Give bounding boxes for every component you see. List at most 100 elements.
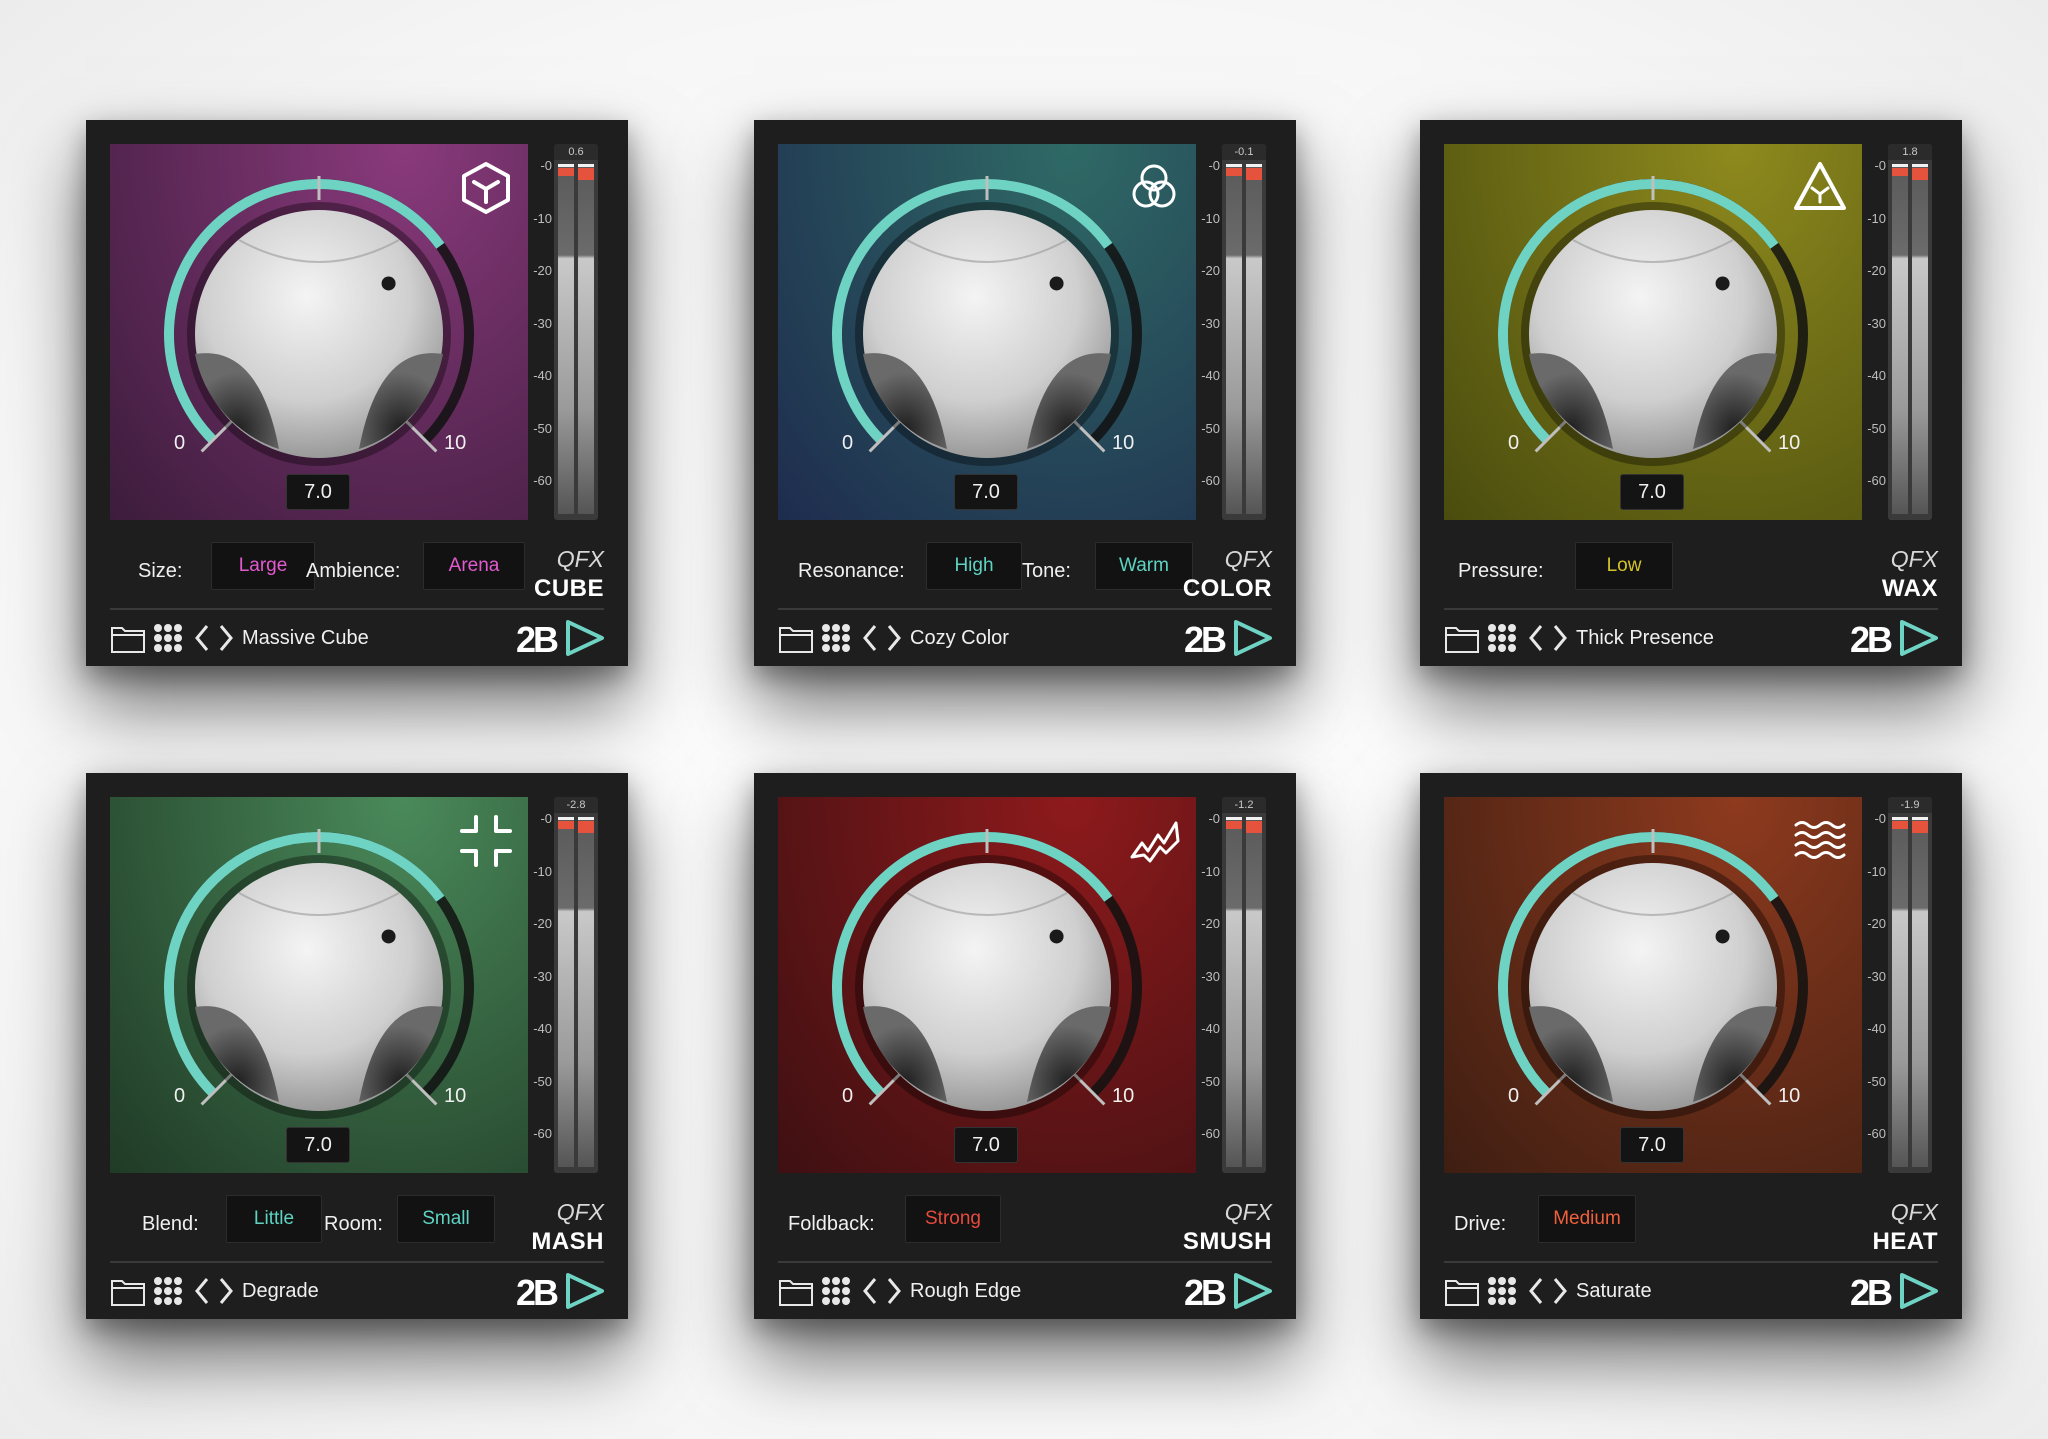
param-label: Pressure: bbox=[1458, 560, 1544, 582]
svg-text:2B: 2B bbox=[516, 1272, 558, 1313]
knob-max-label: 10 bbox=[444, 1085, 467, 1107]
peak-readout[interactable]: 1.8 bbox=[1888, 144, 1932, 160]
folder-icon[interactable] bbox=[1444, 1275, 1480, 1307]
folder-icon[interactable] bbox=[110, 622, 146, 654]
meter-tick: -20 bbox=[1201, 263, 1220, 278]
zigzag-icon bbox=[1124, 811, 1184, 871]
param-value-selector[interactable]: Little bbox=[226, 1195, 322, 1243]
param-value-selector[interactable]: Low bbox=[1575, 542, 1673, 590]
preset-bar: Saturate 2B bbox=[1420, 1263, 1962, 1319]
param-value-selector[interactable]: Warm bbox=[1095, 542, 1193, 590]
meter-tick: -10 bbox=[1867, 863, 1886, 879]
chevron-right-icon[interactable] bbox=[884, 622, 904, 654]
meter-tick: -10 bbox=[533, 863, 552, 879]
meter-tick: -0 bbox=[1208, 811, 1220, 826]
param-value-selector[interactable]: High bbox=[926, 542, 1022, 590]
knob-max-label: 10 bbox=[444, 432, 467, 454]
chevron-left-icon[interactable] bbox=[1526, 1275, 1546, 1307]
peak-readout[interactable]: -2.8 bbox=[554, 797, 598, 813]
svg-text:2B: 2B bbox=[516, 619, 558, 660]
meter-bar-left bbox=[1892, 817, 1908, 1167]
param-value-selector[interactable]: Arena bbox=[423, 542, 525, 590]
param-value-selector[interactable]: Large bbox=[211, 542, 315, 590]
meter-tick: -10 bbox=[1201, 210, 1220, 226]
knob-value-readout[interactable]: 7.0 bbox=[954, 1127, 1018, 1163]
meter-bar-right bbox=[1246, 817, 1262, 1167]
grid-icon[interactable] bbox=[1486, 622, 1518, 654]
preset-name[interactable]: Massive Cube bbox=[242, 627, 369, 650]
chevron-right-icon[interactable] bbox=[216, 622, 236, 654]
knob-max-label: 10 bbox=[1778, 1085, 1801, 1107]
knob-value-readout[interactable]: 7.0 bbox=[1620, 474, 1684, 510]
level-meter: -0 -10 -20 -30 -40 -50 -60 -1.2 bbox=[1182, 797, 1286, 1177]
preset-bar: Rough Edge 2B bbox=[754, 1263, 1296, 1319]
meter-bar-left bbox=[558, 817, 574, 1167]
level-meter: -0 -10 -20 -30 -40 -50 -60 -1.9 bbox=[1848, 797, 1952, 1177]
chevron-right-icon[interactable] bbox=[1550, 1275, 1570, 1307]
meter-tick: -50 bbox=[1867, 1073, 1886, 1089]
chevron-right-icon[interactable] bbox=[884, 1275, 904, 1307]
chevron-left-icon[interactable] bbox=[192, 1275, 212, 1307]
level-meter: -0 -10 -20 -30 -40 -50 -60 1.8 bbox=[1848, 144, 1952, 524]
param-value-selector[interactable]: Strong bbox=[905, 1195, 1001, 1243]
chevron-left-icon[interactable] bbox=[860, 1275, 880, 1307]
chevron-left-icon[interactable] bbox=[192, 622, 212, 654]
knob-min-label: 0 bbox=[842, 432, 854, 454]
triangle-icon bbox=[1790, 158, 1850, 218]
grid-icon[interactable] bbox=[820, 622, 852, 654]
folder-icon[interactable] bbox=[110, 1275, 146, 1307]
peak-readout[interactable]: -1.9 bbox=[1888, 797, 1932, 813]
folder-icon[interactable] bbox=[778, 1275, 814, 1307]
grid-icon[interactable] bbox=[152, 622, 184, 654]
grid-icon[interactable] bbox=[820, 1275, 852, 1307]
preset-name[interactable]: Saturate bbox=[1576, 1280, 1652, 1303]
knob-panel: 0 10 7.0 bbox=[1444, 144, 1862, 520]
peak-readout[interactable]: 0.6 bbox=[554, 144, 598, 160]
folder-icon[interactable] bbox=[778, 622, 814, 654]
param-value-selector[interactable]: Medium bbox=[1538, 1195, 1636, 1243]
knob-min-label: 0 bbox=[174, 1085, 186, 1107]
preset-name[interactable]: Degrade bbox=[242, 1280, 319, 1303]
rings-icon bbox=[1124, 158, 1184, 218]
chevron-left-icon[interactable] bbox=[1526, 622, 1546, 654]
param-value-selector[interactable]: Small bbox=[397, 1195, 495, 1243]
chevron-left-icon[interactable] bbox=[860, 622, 880, 654]
knob-indicator bbox=[1049, 276, 1064, 291]
knob-indicator bbox=[1715, 276, 1730, 291]
param-label: Drive: bbox=[1454, 1213, 1507, 1235]
param-label: Tone: bbox=[1022, 560, 1071, 582]
knob-max-label: 10 bbox=[1112, 432, 1135, 454]
brand-logo: 2B bbox=[1184, 1272, 1272, 1313]
meter-bar-right bbox=[1246, 164, 1262, 514]
plugin-wax: 0 10 7.0 -0 -10 -20 -30 -40 -50 -60 1.8 Pressure: Lo… bbox=[1420, 120, 1962, 666]
preset-name[interactable]: Rough Edge bbox=[910, 1280, 1021, 1303]
meter-tick: -60 bbox=[1201, 1126, 1220, 1141]
svg-text:2B: 2B bbox=[1850, 619, 1892, 660]
preset-bar: Thick Presence 2B bbox=[1420, 610, 1962, 666]
preset-name[interactable]: Thick Presence bbox=[1576, 627, 1714, 650]
compress-icon bbox=[456, 811, 516, 871]
knob-value-readout[interactable]: 7.0 bbox=[286, 1127, 350, 1163]
meter-tick: -50 bbox=[1201, 420, 1220, 436]
folder-icon[interactable] bbox=[1444, 622, 1480, 654]
preset-name[interactable]: Cozy Color bbox=[910, 627, 1009, 650]
meter-tick: -0 bbox=[1208, 158, 1220, 173]
param-label: Resonance: bbox=[798, 560, 905, 582]
grid-icon[interactable] bbox=[1486, 1275, 1518, 1307]
chevron-right-icon[interactable] bbox=[216, 1275, 236, 1307]
preset-bar: Cozy Color 2B bbox=[754, 610, 1296, 666]
meter-tick: -20 bbox=[1201, 916, 1220, 931]
peak-readout[interactable]: -0.1 bbox=[1222, 144, 1266, 160]
knob-value-readout[interactable]: 7.0 bbox=[954, 474, 1018, 510]
peak-readout[interactable]: -1.2 bbox=[1222, 797, 1266, 813]
knob-min-label: 0 bbox=[842, 1085, 854, 1107]
waves-icon bbox=[1790, 811, 1850, 871]
knob-value-readout[interactable]: 7.0 bbox=[1620, 1127, 1684, 1163]
meter-tick: -40 bbox=[1201, 368, 1220, 383]
plugin-cube: 0 10 7.0 -0 -10 -20 -30 -40 -50 -60 0.6 Size: Large A… bbox=[86, 120, 628, 666]
knob-value-readout[interactable]: 7.0 bbox=[286, 474, 350, 510]
knob-min-label: 0 bbox=[1508, 1085, 1520, 1107]
grid-icon[interactable] bbox=[152, 1275, 184, 1307]
chevron-right-icon[interactable] bbox=[1550, 622, 1570, 654]
meter-tick: -60 bbox=[533, 473, 552, 488]
